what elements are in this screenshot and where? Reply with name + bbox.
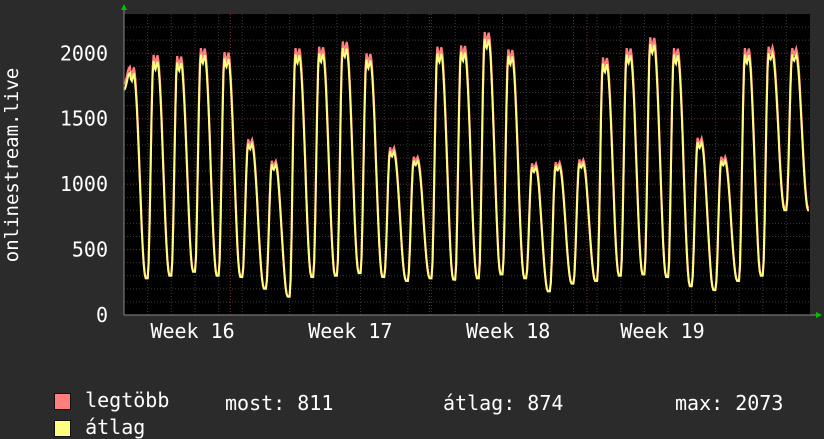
legend-item-atlag: átlag <box>30 391 145 439</box>
stat-atlag: átlag: 874 <box>443 391 564 415</box>
y-tick-label-0: 0 <box>96 303 108 327</box>
x-tick-label-3: Week 18 <box>466 319 550 343</box>
legend-label-atlag: átlag <box>85 415 146 439</box>
legend-swatch-atlag <box>54 420 72 437</box>
stat-max: max: 2073 <box>675 391 784 415</box>
x-tick-label-2: Week 17 <box>308 319 392 343</box>
x-axis-arrow-icon <box>816 312 822 318</box>
y-tick-label-1000: 1000 <box>60 172 108 196</box>
y-tick-label-500: 500 <box>72 238 108 262</box>
stat-most: most: 811 <box>225 391 334 415</box>
y-axis-label: onlinestream.live <box>1 68 23 262</box>
line-chart: 0 500 1000 1500 2000 Week 16 Week 17 Week 18 Wee… <box>1 4 822 343</box>
y-tick-label-1500: 1500 <box>60 107 108 131</box>
y-axis-arrow-icon <box>121 4 127 10</box>
y-tick-label-2000: 2000 <box>60 41 108 65</box>
x-tick-label-1: Week 16 <box>150 319 234 343</box>
x-tick-label-4: Week 19 <box>620 319 704 343</box>
